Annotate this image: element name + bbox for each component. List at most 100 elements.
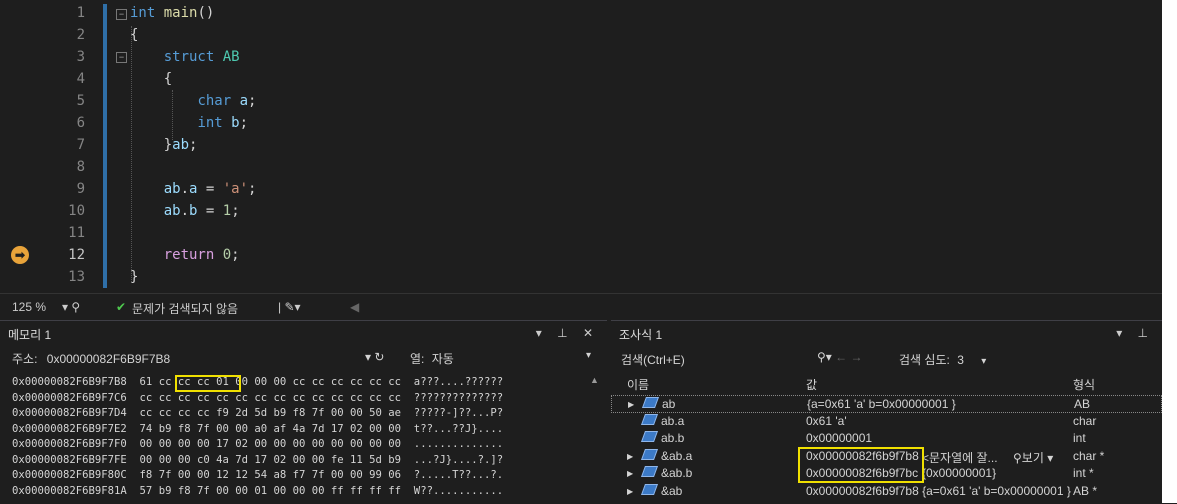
watch-value: 0x61 'a' (806, 413, 847, 428)
col-header-value[interactable]: 값 (806, 376, 817, 393)
watch-value: {a=0x61 'a' b=0x00000001 } (807, 397, 956, 411)
expand-arrow-icon[interactable]: ▶ (627, 469, 633, 478)
watch-name: ab.a (661, 413, 685, 428)
memory-row[interactable]: 0x00000082F6B9F80C f8 7f 00 00 12 12 54 … (12, 469, 503, 481)
fold-toggle-main[interactable]: − (116, 9, 127, 20)
search-depth-label: 검색 심도: (899, 353, 950, 367)
watch-type: AB (1074, 397, 1091, 411)
watch-name: ab.b (661, 431, 685, 445)
search-depth-value[interactable]: 3 (957, 353, 964, 367)
code-line[interactable]: return 0; (130, 247, 240, 263)
watch-title: 조사식 1 (619, 328, 663, 342)
col-header-name[interactable]: 이름 (627, 376, 649, 393)
memory-row[interactable]: 0x00000082F6B9F7F0 00 00 00 00 17 02 00 … (12, 438, 503, 450)
watch-row[interactable]: ab.b 0x00000001 int (611, 430, 1162, 448)
memory-row[interactable]: 0x00000082F6B9F7FE 00 00 00 c0 4a 7d 17 … (12, 454, 503, 466)
watch-value: 0x00000082f6b9f7b8 {a=0x61 'a' b=0x00000… (806, 483, 1071, 498)
line-number: 2 (76, 27, 85, 43)
highlight-box (798, 447, 924, 483)
watch-type: char * (1073, 448, 1105, 463)
columns-label: 열: (410, 352, 425, 366)
line-number: 4 (76, 71, 85, 87)
memory-row[interactable]: 0x00000082F6B9F7E2 74 b9 f8 7f 00 00 a0 … (12, 423, 503, 435)
chevron-down-icon[interactable]: ▾ (586, 350, 591, 361)
issues-status[interactable]: 문제가 검색되지 않음 (132, 300, 238, 317)
chevron-down-icon[interactable]: ▾ (981, 356, 986, 367)
zoom-dropdown-icon[interactable]: ▾ ⚲ (62, 300, 80, 314)
memory-row[interactable]: 0x00000082F6B9F7D4 cc cc cc cc f9 2d 5d … (12, 407, 503, 419)
line-number: 13 (68, 269, 85, 285)
watch-type: int * (1073, 466, 1094, 480)
col-header-type[interactable]: 형식 (1073, 376, 1095, 393)
object-icon (640, 466, 660, 480)
object-icon (640, 413, 660, 428)
check-icon: ✔ (116, 300, 127, 314)
scroll-up-icon[interactable]: ▲ (590, 375, 599, 385)
address-input[interactable]: 0x00000082F6B9F7B8 (47, 352, 170, 366)
line-number: 6 (76, 115, 85, 131)
cleanup-brush-icon[interactable]: | ✎▾ (278, 300, 301, 314)
memory-window: 메모리 1 ▾ ⊥ ✕ 주소: 0x00000082F6B9F7B8 ▾ ↻ 열… (0, 320, 607, 504)
scroll-left-icon[interactable]: ◀ (350, 300, 359, 314)
address-label: 주소: (12, 352, 38, 366)
watch-name: &ab.b (661, 466, 693, 480)
watch-window: 조사식 1 ▾ ⊥ 검색(Ctrl+E) ⚲▾ ← → 검색 심도: 3 ▾ 이… (611, 320, 1162, 504)
line-number: 9 (76, 181, 85, 197)
watch-row[interactable]: ▶ &ab 0x00000082f6b9f7b8 {a=0x61 'a' b=0x0… (611, 483, 1162, 501)
memory-row[interactable]: 0x00000082F6B9F7C6 cc cc cc cc cc cc cc … (12, 392, 503, 404)
object-icon (640, 431, 660, 445)
code-line[interactable]: ab.a = 'a'; (130, 181, 257, 197)
watch-name: &ab.a (661, 448, 693, 463)
zoom-level[interactable]: 125 % (12, 300, 46, 314)
code-line[interactable]: { (130, 27, 138, 43)
watch-name: ab (662, 397, 676, 411)
memory-row[interactable]: 0x00000082F6B9F81A 57 b9 f8 7f 00 00 01 … (12, 485, 503, 497)
code-line[interactable]: struct AB (130, 49, 240, 65)
line-number: 1 (76, 5, 85, 21)
current-statement-arrow-icon[interactable]: ➡ (11, 246, 29, 264)
object-icon (640, 483, 660, 498)
highlight-box (175, 375, 241, 392)
panel-controls[interactable]: ▾ ⊥ ✕ (536, 326, 599, 340)
watch-type: int (1073, 431, 1086, 445)
object-icon (640, 448, 660, 463)
line-number: 10 (68, 203, 85, 219)
watch-type: char (1073, 413, 1097, 428)
scrollbar-strip[interactable] (1162, 0, 1177, 503)
watch-type: AB * (1073, 483, 1098, 498)
watch-row[interactable]: ▶ ab {a=0x61 'a' b=0x00000001 } AB (611, 395, 1162, 413)
memory-title: 메모리 1 (8, 328, 52, 342)
expand-arrow-icon[interactable]: ▶ (627, 452, 633, 461)
code-line[interactable]: int b; (130, 115, 248, 131)
editor-status-bar: 125 % ▾ ⚲ ✔ 문제가 검색되지 않음 | ✎▾ ◀ (0, 293, 1162, 320)
watch-search-input[interactable]: 검색(Ctrl+E) (621, 351, 685, 368)
watch-row[interactable]: ab.a 0x61 'a' char (611, 413, 1162, 431)
code-editor[interactable]: − − ➡ 1 int main() 2 {3 struct AB 4 {5 char … (0, 0, 1162, 293)
expand-arrow-icon[interactable]: ▶ (628, 400, 634, 409)
columns-select[interactable]: 열: 자동 (410, 350, 454, 367)
line-number: 12 (68, 247, 85, 263)
code-line[interactable]: } (130, 269, 138, 285)
watch-value-extra: {0x00000001} (922, 466, 997, 480)
memory-row[interactable]: 0x00000082F6B9F7B8 61 cc cc cc 01 00 00 … (12, 376, 503, 388)
line-number: 8 (76, 159, 85, 175)
fold-toggle-struct[interactable]: − (116, 52, 127, 63)
code-line[interactable]: char a; (130, 93, 256, 109)
change-tracking-bar (103, 4, 107, 288)
view-button[interactable]: ⚲보기 ▾ (1013, 449, 1053, 466)
search-depth: 검색 심도: 3 ▾ (899, 351, 986, 368)
refresh-icon[interactable]: ▾ ↻ (365, 350, 384, 364)
watch-value-extra: <문자열에 잘... (922, 450, 998, 465)
line-number: 11 (68, 225, 85, 241)
search-icon[interactable]: ⚲▾ ← → (817, 350, 863, 364)
expand-arrow-icon[interactable]: ▶ (627, 487, 633, 496)
line-number: 3 (76, 49, 85, 65)
panel-controls[interactable]: ▾ ⊥ (1116, 326, 1154, 340)
code-line[interactable]: { (130, 71, 172, 87)
code-line[interactable]: ab.b = 1; (130, 203, 240, 219)
watch-name: &ab (661, 483, 683, 498)
object-icon (641, 397, 661, 411)
code-line[interactable]: int main() (130, 5, 214, 21)
code-line[interactable]: }ab; (130, 137, 198, 153)
address-bar: 주소: 0x00000082F6B9F7B8 (12, 350, 170, 367)
